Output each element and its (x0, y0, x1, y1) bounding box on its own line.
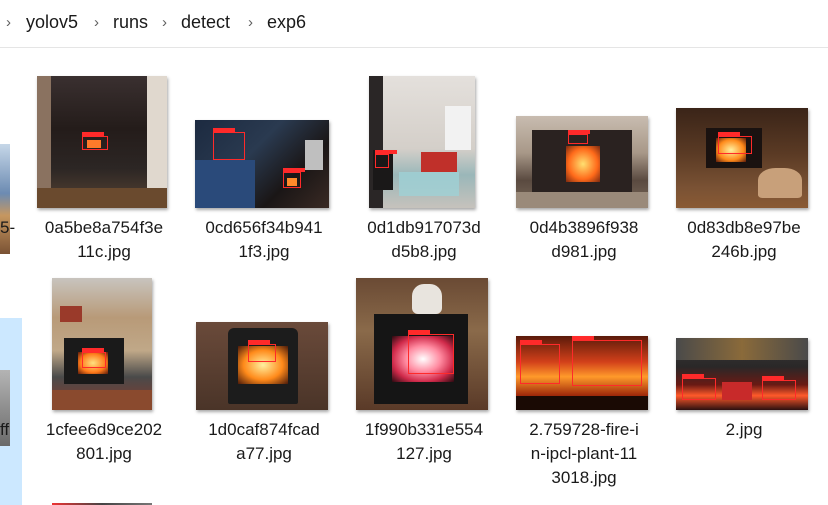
file-item[interactable]: 0a5be8a754f3e 11c.jpg (24, 70, 184, 270)
file-name: 1cfee6d9ce202 801.jpg (45, 420, 163, 463)
chevron-right-icon[interactable]: › (94, 14, 99, 31)
file-name: 1f990b331e554 127.jpg (364, 420, 484, 463)
file-item[interactable]: 1d0caf874fcad a77.jpg (184, 270, 344, 470)
chevron-right-icon[interactable]: › (162, 14, 167, 31)
image-thumbnail (52, 278, 152, 410)
chevron-right-icon[interactable]: › (6, 14, 11, 31)
breadcrumb-detect[interactable]: detect (181, 12, 230, 33)
partial-file-name: ff (0, 420, 10, 439)
file-name: 1d0caf874fcad a77.jpg (208, 420, 320, 463)
image-thumbnail (516, 336, 648, 410)
image-thumbnail (37, 76, 167, 208)
image-thumbnail (676, 108, 808, 208)
partial-file-column: 5- ff (0, 48, 24, 505)
file-item[interactable]: 0d1db917073d d5b8.jpg (344, 70, 504, 270)
file-item[interactable]: 0d83db8e97be 246b.jpg (664, 70, 824, 270)
image-thumbnail (676, 338, 808, 410)
breadcrumb-exp6[interactable]: exp6 (267, 12, 306, 33)
address-breadcrumb: › yolov5 › runs › detect › exp6 (0, 0, 828, 48)
file-name: 2.jpg (725, 420, 763, 439)
image-thumbnail (196, 322, 328, 410)
file-item[interactable]: 0cd656f34b941 1f3.jpg (184, 70, 344, 270)
file-item[interactable]: 2.jpg (664, 270, 824, 470)
image-thumbnail (356, 278, 488, 410)
image-thumbnail (195, 120, 329, 208)
chevron-right-icon[interactable]: › (248, 14, 253, 31)
file-name: 0d4b3896f938 d981.jpg (529, 218, 639, 261)
file-name: 2.759728-fire-i n-ipcl-plant-11 3018.jpg (529, 420, 639, 487)
file-item[interactable]: 2.759728-fire-i n-ipcl-plant-11 3018.jpg (504, 270, 664, 492)
partial-file-name: 5- (0, 218, 16, 237)
file-name: 0cd656f34b941 1f3.jpg (205, 218, 323, 261)
file-name: 0a5be8a754f3e 11c.jpg (44, 218, 164, 261)
image-thumbnail (369, 76, 475, 208)
file-name: 0d83db8e97be 246b.jpg (687, 218, 801, 261)
file-item[interactable]: 1f990b331e554 127.jpg (344, 270, 504, 470)
image-thumbnail (516, 116, 648, 208)
file-item[interactable]: 1cfee6d9ce202 801.jpg (24, 270, 184, 470)
breadcrumb-yolov5[interactable]: yolov5 (26, 12, 78, 33)
file-item[interactable]: 0d4b3896f938 d981.jpg (504, 70, 664, 270)
breadcrumb-runs[interactable]: runs (113, 12, 148, 33)
file-name: 0d1db917073d d5b8.jpg (367, 218, 481, 261)
